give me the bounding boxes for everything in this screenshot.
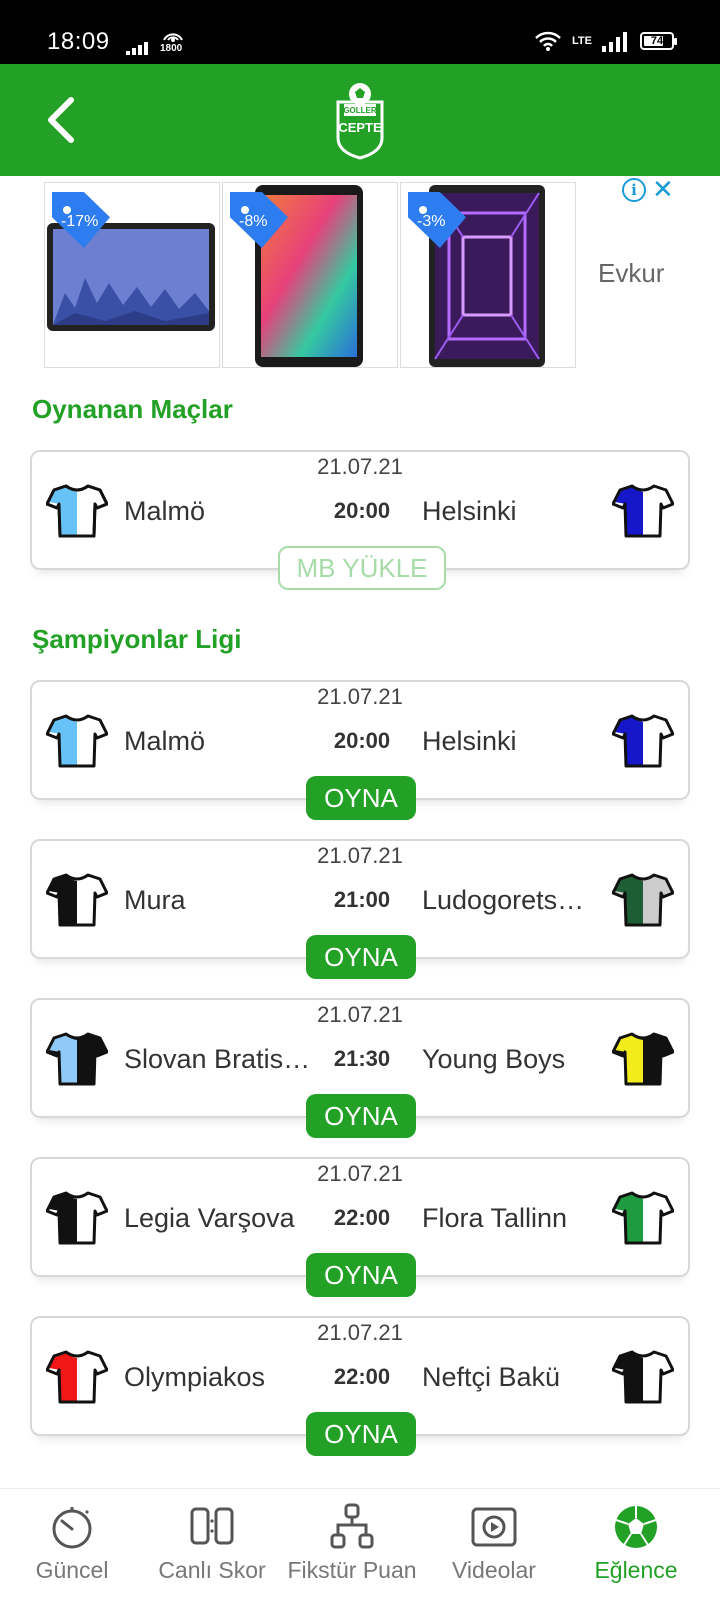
match-time: 21:30 [333, 1046, 391, 1071]
away-jersey-icon [612, 1350, 674, 1404]
match-card[interactable]: 21.07.21 Legia Varşova 22:00 Flora Talli… [30, 1157, 690, 1297]
match-date: 21.07.21 [317, 1320, 403, 1345]
data-activity-icon [126, 42, 148, 55]
away-team: Helsinki [422, 726, 517, 756]
match-date: 21.07.21 [317, 1002, 403, 1027]
match-date: 21.07.21 [317, 843, 403, 868]
away-team: Neftçi Bakü [422, 1362, 561, 1392]
signal-icon [602, 32, 627, 52]
away-team: Ludogorets… [422, 885, 585, 915]
status-left-icons: 1800 [126, 32, 186, 56]
discount-label: -3% [417, 213, 446, 230]
fixture-tree-icon [330, 1503, 374, 1549]
match-time: 20:00 [333, 728, 391, 753]
away-team: Helsinki [422, 496, 517, 526]
away-jersey-icon [612, 714, 674, 768]
match-card[interactable]: 21.07.21 Olympiakos 22:00 Neftçi Bakü OY… [30, 1316, 690, 1456]
soccer-ball-icon [615, 1506, 657, 1548]
home-jersey-icon [46, 1191, 108, 1245]
match-card[interactable]: 21.07.21 Malmö 20:00 Helsinki OYNA [30, 680, 690, 820]
match-card[interactable]: 21.07.21 Mura 21:00 Ludogorets… OYNA [30, 839, 690, 979]
match-time: 21:00 [333, 887, 391, 912]
home-jersey-icon [46, 714, 108, 768]
match-time: 20:00 [333, 498, 391, 523]
home-team: Mura [124, 885, 186, 915]
oyna-button[interactable]: OYNA [306, 776, 416, 820]
home-jersey-icon [46, 1350, 108, 1404]
ad-product-tablet-3[interactable]: -3% [400, 182, 576, 368]
wifi-icon [535, 31, 561, 51]
nav-label: Güncel [35, 1557, 109, 1583]
oyna-button[interactable]: OYNA [306, 935, 416, 979]
ad-brand[interactable]: Evkur [598, 258, 664, 289]
home-jersey-icon [46, 484, 108, 538]
battery-icon: 74 [640, 32, 677, 50]
discount-label: -8% [239, 213, 268, 230]
away-team: Flora Tallinn [422, 1203, 568, 1233]
section-title-league: Şampiyonlar Ligi [32, 624, 242, 654]
logo-main-text: CEPTE [338, 120, 382, 135]
home-team: Slovan Bratis… [124, 1044, 311, 1074]
section-title-played: Oynanan Maçlar [32, 394, 233, 424]
logo-top-text: GOLLER [343, 106, 377, 115]
home-team: Malmö [124, 726, 206, 756]
status-time: 18:09 [47, 28, 110, 55]
status-bar: 18:09 1800 LTE 74 [0, 0, 720, 64]
bottom-nav: Güncel Canlı Skor Fikstür Puan Videolar [0, 1488, 720, 1600]
nav-item-canli-skor[interactable]: Canlı Skor [140, 1489, 284, 1600]
nav-label: Videolar [452, 1557, 536, 1583]
oyna-button[interactable]: OYNA [306, 1094, 416, 1138]
app-header: GOLLER CEPTE [0, 64, 720, 176]
ad-banner[interactable]: -17% -8% -3% Evkur [0, 176, 720, 372]
ad-close-icon[interactable]: ✕ [652, 176, 674, 202]
nav-label: Eğlence [594, 1557, 678, 1583]
match-time: 22:00 [333, 1205, 391, 1230]
match-card[interactable]: 21.07.21 Malmö 20:00 Helsinki MB YÜKLE [30, 450, 690, 590]
scoreboard-icon [190, 1507, 234, 1545]
home-team: Olympiakos [124, 1362, 266, 1392]
home-team: Legia Varşova [124, 1203, 295, 1233]
match-time: 22:00 [333, 1364, 391, 1389]
discount-label: -17% [61, 213, 99, 230]
nav-item-fikstur-puan[interactable]: Fikstür Puan [280, 1489, 424, 1600]
status-right-icons: LTE 74 [534, 30, 677, 52]
app-logo: GOLLER CEPTE [334, 80, 386, 160]
ad-product-tablet-1[interactable]: -17% [44, 182, 220, 368]
home-team: Malmö [124, 496, 206, 526]
nav-label: Fikstür Puan [287, 1557, 417, 1583]
match-date: 21.07.21 [317, 1161, 403, 1186]
hotspot-speed-icon: 1800 [160, 32, 186, 56]
network-speed-label: 1800 [160, 43, 183, 54]
away-jersey-icon [612, 484, 674, 538]
nav-item-videolar[interactable]: Videolar [422, 1489, 566, 1600]
oyna-button[interactable]: OYNA [306, 1412, 416, 1456]
match-date: 21.07.21 [317, 684, 403, 709]
match-card[interactable]: 21.07.21 Slovan Bratis… 21:30 Young Boys… [30, 998, 690, 1138]
away-team: Young Boys [422, 1044, 566, 1074]
back-button[interactable] [32, 92, 88, 148]
chevron-left-icon [48, 97, 74, 143]
nav-label: Canlı Skor [158, 1557, 266, 1583]
ad-product-tablet-2[interactable]: -8% [222, 182, 398, 368]
ad-info-icon[interactable]: i [622, 178, 646, 202]
home-jersey-icon [46, 873, 108, 927]
oyna-button[interactable]: OYNA [306, 1253, 416, 1297]
mb-yukle-button[interactable]: MB YÜKLE [278, 546, 446, 590]
away-jersey-icon [612, 1032, 674, 1086]
away-jersey-icon [612, 873, 674, 927]
nav-item-eglence[interactable]: Eğlence [564, 1489, 708, 1600]
home-jersey-icon [46, 1032, 108, 1086]
battery-level: 74 [650, 35, 664, 47]
away-jersey-icon [612, 1191, 674, 1245]
match-date: 21.07.21 [317, 454, 403, 479]
network-type-label: LTE [572, 35, 592, 47]
play-video-icon [471, 1507, 517, 1547]
stopwatch-icon [52, 1507, 92, 1549]
nav-item-guncel[interactable]: Güncel [0, 1489, 144, 1600]
